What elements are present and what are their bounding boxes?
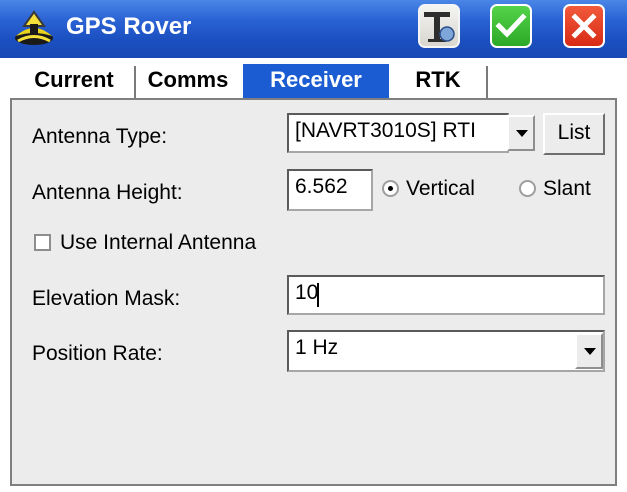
close-button[interactable] bbox=[563, 4, 605, 48]
position-rate-label: Position Rate: bbox=[32, 342, 163, 365]
receiver-icon bbox=[424, 12, 455, 42]
use-internal-antenna-checkbox[interactable] bbox=[34, 234, 51, 251]
checkmark-icon bbox=[495, 13, 527, 38]
gps-rover-window: GPS Rover Current Comms Receiver RTK Ant… bbox=[0, 0, 627, 492]
tab-comms[interactable]: Comms bbox=[134, 64, 242, 98]
antenna-height-label: Antenna Height: bbox=[32, 181, 183, 204]
position-rate-dropdown-arrow[interactable] bbox=[575, 333, 603, 369]
antenna-height-input[interactable]: 6.562 bbox=[287, 169, 373, 211]
satellite-receiver-button[interactable] bbox=[418, 4, 460, 48]
use-internal-antenna-label: Use Internal Antenna bbox=[60, 231, 257, 254]
vertical-radio[interactable] bbox=[382, 180, 399, 197]
elevation-mask-label: Elevation Mask: bbox=[32, 287, 181, 310]
slant-radio[interactable] bbox=[519, 180, 536, 197]
antenna-type-value: [NAVRT3010S] RTI bbox=[295, 119, 476, 142]
vertical-radio-label: Vertical bbox=[406, 177, 475, 200]
tab-current[interactable]: Current bbox=[14, 64, 134, 98]
tab-rtk[interactable]: RTK bbox=[389, 64, 487, 98]
elevation-mask-input[interactable]: 10 bbox=[287, 275, 605, 315]
ok-button[interactable] bbox=[490, 4, 532, 48]
antenna-height-value: 6.562 bbox=[295, 175, 348, 198]
antenna-type-dropdown-arrow[interactable] bbox=[507, 115, 535, 151]
tab-receiver[interactable]: Receiver bbox=[243, 64, 389, 98]
antenna-type-label: Antenna Type: bbox=[32, 125, 168, 148]
text-caret bbox=[317, 283, 319, 307]
position-rate-value: 1 Hz bbox=[295, 336, 339, 359]
elevation-mask-value: 10 bbox=[295, 281, 319, 304]
list-button[interactable]: List bbox=[543, 113, 605, 155]
gps-rover-icon bbox=[15, 10, 53, 45]
window-title: GPS Rover bbox=[66, 13, 192, 40]
title-bar: GPS Rover bbox=[0, 0, 627, 58]
x-icon bbox=[571, 13, 597, 39]
antenna-type-select[interactable]: [NAVRT3010S] RTI bbox=[287, 113, 509, 153]
position-rate-select[interactable]: 1 Hz bbox=[287, 330, 605, 372]
tab-divider bbox=[486, 66, 488, 98]
slant-radio-label: Slant bbox=[543, 177, 591, 200]
